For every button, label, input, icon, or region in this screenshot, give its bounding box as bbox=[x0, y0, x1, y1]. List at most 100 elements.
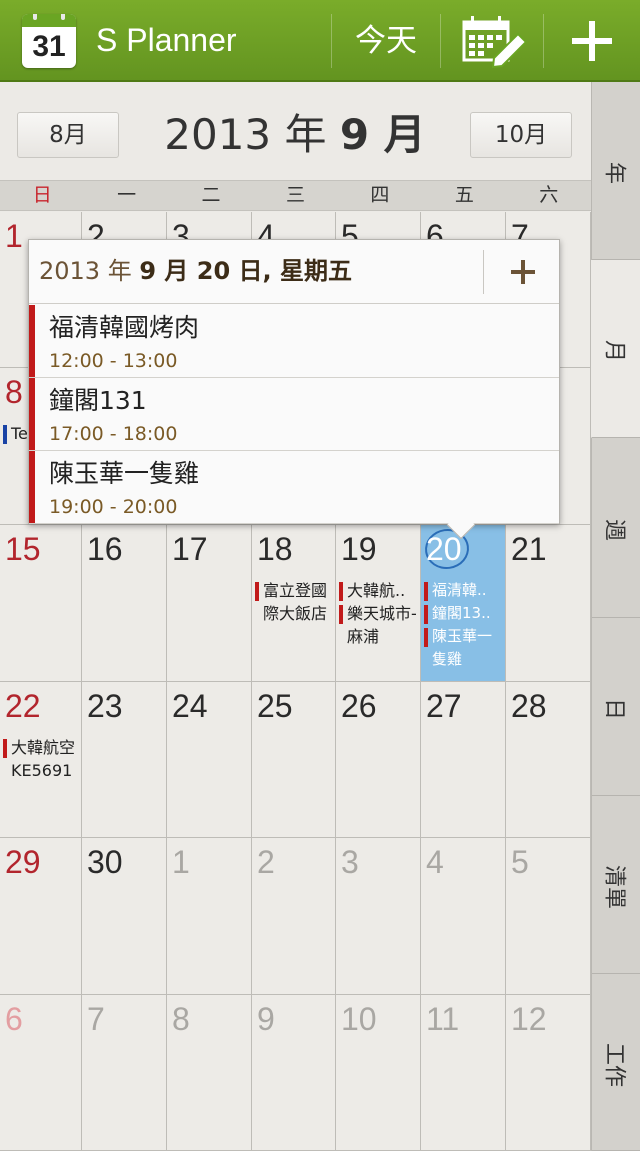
calendar-edit-button[interactable] bbox=[444, 0, 542, 82]
day-number: 9 bbox=[257, 1001, 275, 1037]
popup-event-item[interactable]: 福清韓國烤肉 12:00 - 13:00 bbox=[29, 305, 559, 378]
view-tab[interactable]: 年 bbox=[592, 82, 640, 260]
day-cell[interactable]: 6 bbox=[0, 995, 82, 1151]
plus-icon bbox=[572, 21, 612, 61]
day-cell[interactable]: 11 bbox=[421, 995, 506, 1151]
event-color-bar bbox=[255, 582, 259, 601]
view-tab-label: 清單 bbox=[601, 864, 627, 909]
day-cell[interactable]: 4 bbox=[421, 838, 506, 995]
day-number: 8 bbox=[5, 374, 23, 410]
day-number: 27 bbox=[426, 688, 462, 724]
day-cell[interactable]: 10 bbox=[336, 995, 421, 1151]
day-cell[interactable]: 16 bbox=[82, 525, 167, 682]
event-title: 樂天城市-麻浦 bbox=[347, 604, 417, 646]
popup-event-name: 鐘閣131 bbox=[49, 386, 147, 415]
view-tab[interactable]: 工作 bbox=[592, 974, 640, 1151]
next-month-button[interactable]: 10月 bbox=[470, 112, 572, 158]
weekday-label: 一 bbox=[117, 184, 137, 206]
day-number: 10 bbox=[341, 1001, 377, 1037]
weekday-label: 日 bbox=[32, 184, 52, 206]
view-tab[interactable]: 日 bbox=[592, 618, 640, 796]
add-event-button[interactable] bbox=[546, 0, 640, 82]
day-number: 1 bbox=[172, 844, 190, 880]
weekday-label: 五 bbox=[454, 184, 474, 206]
event-color-bar bbox=[424, 628, 428, 647]
day-number: 1 bbox=[5, 218, 23, 254]
app-icon-day: 31 bbox=[32, 30, 66, 63]
day-cell[interactable]: 19 大韓航.. 樂天城市-麻浦 bbox=[336, 525, 421, 682]
day-cell[interactable]: 9 bbox=[252, 995, 336, 1151]
event-color-bar bbox=[424, 582, 428, 601]
day-cell[interactable]: 30 bbox=[82, 838, 167, 995]
calendar-edit-icon bbox=[462, 16, 528, 69]
day-number: 30 bbox=[87, 844, 123, 880]
app-title: S Planner bbox=[96, 22, 237, 58]
day-number: 29 bbox=[5, 844, 41, 880]
day-cell[interactable]: 24 bbox=[167, 682, 252, 838]
day-cell[interactable]: 1 bbox=[167, 838, 252, 995]
day-number: 8 bbox=[172, 1001, 190, 1037]
event-color-bar bbox=[29, 305, 35, 377]
day-number: 26 bbox=[341, 688, 377, 724]
event-title: 大韓航.. bbox=[347, 581, 406, 600]
day-cell[interactable]: 3 bbox=[336, 838, 421, 995]
day-cell[interactable]: 15 bbox=[0, 525, 82, 682]
popup-date-year: 2013 年 bbox=[39, 257, 140, 285]
event-chip: 大韓航.. bbox=[339, 579, 418, 602]
popup-event-time: 12:00 - 13:00 bbox=[49, 350, 178, 372]
view-tab[interactable]: 月 bbox=[591, 260, 640, 438]
plus-icon bbox=[511, 260, 535, 284]
popup-event-item[interactable]: 鐘閣131 17:00 - 18:00 bbox=[29, 378, 559, 451]
event-title: 富立登國際大飯店 bbox=[263, 581, 328, 623]
popup-date-day: 9 月 20 日, 星期五 bbox=[139, 257, 352, 285]
day-number: 22 bbox=[5, 688, 41, 724]
day-cell[interactable]: 23 bbox=[82, 682, 167, 838]
day-number: 20 bbox=[426, 531, 462, 567]
day-cell[interactable]: 21 bbox=[506, 525, 591, 682]
event-title: 大韓航空 KE5691 bbox=[11, 738, 76, 780]
view-tab-label: 週 bbox=[601, 518, 627, 541]
popup-add-event-button[interactable] bbox=[493, 246, 553, 298]
day-cell[interactable]: 2 bbox=[252, 838, 336, 995]
day-number: 19 bbox=[341, 531, 377, 567]
day-cell[interactable]: 25 bbox=[252, 682, 336, 838]
popup-event-name: 福清韓國烤肉 bbox=[49, 313, 200, 342]
day-number: 18 bbox=[257, 531, 293, 567]
day-events-popup: 2013 年 9 月 20 日, 星期五 福清韓國烤肉 12:00 - 13:00… bbox=[28, 239, 560, 524]
day-number: 23 bbox=[87, 688, 123, 724]
day-number: 28 bbox=[511, 688, 547, 724]
day-cell[interactable]: 20 福清韓.. 鐘閣13.. 陳玉華一隻雞 bbox=[421, 525, 506, 682]
day-number: 2 bbox=[257, 844, 275, 880]
view-tab-label: 月 bbox=[601, 339, 627, 362]
view-tab[interactable]: 清單 bbox=[592, 796, 640, 974]
weekday-label: 六 bbox=[539, 184, 559, 206]
day-number: 4 bbox=[426, 844, 444, 880]
event-title: 陳玉華一隻雞 bbox=[432, 627, 493, 668]
popup-event-time: 17:00 - 18:00 bbox=[49, 423, 178, 445]
popup-event-item[interactable]: 陳玉華一隻雞 19:00 - 20:00 bbox=[29, 451, 559, 524]
day-cell[interactable]: 12 bbox=[506, 995, 591, 1151]
event-chip: 樂天城市-麻浦 bbox=[339, 602, 418, 648]
popup-date: 2013 年 9 月 20 日, 星期五 bbox=[39, 254, 352, 288]
day-number: 21 bbox=[511, 531, 547, 567]
day-number: 3 bbox=[341, 844, 359, 880]
day-cell[interactable]: 27 bbox=[421, 682, 506, 838]
today-button[interactable]: 今天 bbox=[334, 0, 438, 82]
day-cell[interactable]: 29 bbox=[0, 838, 82, 995]
calendar-app-icon: 31 bbox=[22, 14, 76, 68]
day-cell[interactable]: 5 bbox=[506, 838, 591, 995]
event-chip: 福清韓.. bbox=[424, 579, 503, 602]
day-cell[interactable]: 7 bbox=[82, 995, 167, 1151]
day-cell[interactable]: 22 大韓航空 KE5691 bbox=[0, 682, 82, 838]
weekday-header: 日一二三四五六 bbox=[0, 180, 591, 211]
event-title: 福清韓.. bbox=[432, 581, 487, 599]
weekday-label: 四 bbox=[370, 184, 390, 206]
day-cell[interactable]: 8 bbox=[167, 995, 252, 1151]
view-tab[interactable]: 週 bbox=[592, 438, 640, 618]
day-cell[interactable]: 28 bbox=[506, 682, 591, 838]
day-cell[interactable]: 18 富立登國際大飯店 bbox=[252, 525, 336, 682]
prev-month-button[interactable]: 8月 bbox=[17, 112, 119, 158]
event-color-bar bbox=[29, 378, 35, 450]
day-cell[interactable]: 26 bbox=[336, 682, 421, 838]
day-cell[interactable]: 17 bbox=[167, 525, 252, 682]
